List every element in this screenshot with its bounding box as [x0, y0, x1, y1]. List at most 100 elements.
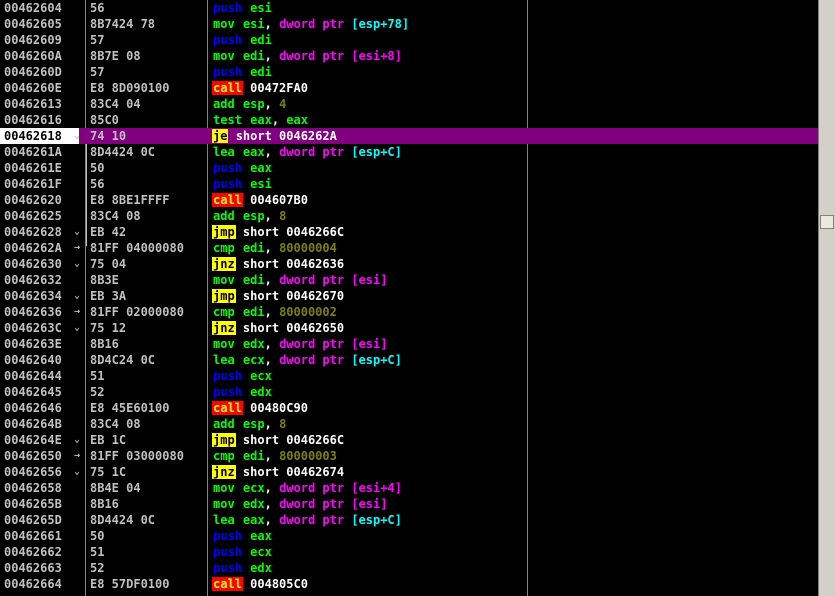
hex-bytes-cell: 8B4E 04	[90, 481, 141, 495]
hex-bytes-cell: 74 10	[90, 129, 127, 143]
operand: [esp+78]	[351, 17, 410, 31]
instruction-row[interactable]: 00462632 8B3E mov edi, dword ptr [esi]	[0, 272, 818, 288]
disassembly-cell: push edx	[212, 560, 272, 576]
disassembly-cell: jmp short 0046266C	[212, 432, 344, 448]
instruction-row[interactable]: 0046260A 8B7E 08 mov edi, dword ptr [esi+8…	[0, 48, 818, 64]
instruction-row[interactable]: 00462628 ⌄ EB 42 jmp short 0046266C	[0, 224, 818, 240]
disassembly-cell: jnz short 00462636	[212, 256, 344, 272]
hex-bytes-cell: 8D4424 0C	[90, 145, 156, 159]
mnemonic: push	[213, 545, 242, 559]
operand: [esp+C]	[351, 513, 402, 527]
instruction-row[interactable]: 00462662 51 push ecx	[0, 544, 818, 560]
operand: 8	[279, 417, 287, 431]
operand: edi	[242, 273, 265, 287]
instruction-row[interactable]: 00462625 83C4 08 add esp, 8	[0, 208, 818, 224]
hex-bytes-cell: 56	[90, 1, 105, 15]
instruction-row[interactable]: 0046262A → 81FF 04000080 cmp edi, 80000004	[0, 240, 818, 256]
instruction-row[interactable]: 00462618 ⌄ 74 10 je short 0046262A	[0, 128, 818, 144]
operand: short 00462670	[242, 289, 345, 303]
mnemonic: add	[213, 417, 235, 431]
instruction-row[interactable]: 0046260D 57 push edi	[0, 64, 818, 80]
instruction-row[interactable]: 0046261E 50 push eax	[0, 160, 818, 176]
instruction-row[interactable]: 00462645 52 push edx	[0, 384, 818, 400]
operand: ,	[264, 337, 280, 351]
instruction-row[interactable]: 00462658 8B4E 04 mov ecx, dword ptr [esi+4…	[0, 480, 818, 496]
mnemonic: lea	[213, 513, 235, 527]
hex-bytes-cell: 8D4424 0C	[90, 513, 156, 527]
address-cell: 00462613	[4, 97, 62, 111]
address-cell: 00462656	[4, 465, 62, 479]
instruction-row[interactable]: 0046265B 8B16 mov edx, dword ptr [esi]	[0, 496, 818, 512]
instruction-row[interactable]: 00462616 85C0 test eax, eax	[0, 112, 818, 128]
hex-bytes-cell: 51	[90, 545, 105, 559]
operand: edi	[242, 305, 265, 319]
hex-bytes-cell: 81FF 04000080	[90, 241, 184, 255]
instruction-row[interactable]: 0046263C ⌄ 75 12 jnz short 00462650	[0, 320, 818, 336]
disassembly-cell: call 004805C0	[212, 576, 308, 592]
scrollbar-thumb[interactable]	[820, 215, 834, 229]
jump-target-arrow-icon: →	[74, 450, 81, 461]
instruction-row[interactable]: 00462661 50 push eax	[0, 528, 818, 544]
operand: ,	[264, 417, 280, 431]
instruction-row[interactable]: 0046264B 83C4 08 add esp, 8	[0, 416, 818, 432]
address-cell: 0046263E	[4, 337, 62, 351]
hex-bytes-cell: 75 12	[90, 321, 127, 335]
instruction-row[interactable]: 00462656 ⌄ 75 1C jnz short 00462674	[0, 464, 818, 480]
disassembly-pane[interactable]: 00462604 56 push esi 00462605 8B7424 78 mov e…	[0, 0, 818, 596]
instruction-row[interactable]: 00462663 52 push edx	[0, 560, 818, 576]
instruction-row[interactable]: 00462640 8D4C24 0C lea ecx, dword ptr [esp…	[0, 352, 818, 368]
instruction-row[interactable]: 00462636 → 81FF 02000080 cmp edi, 80000002	[0, 304, 818, 320]
instruction-row[interactable]: 00462609 57 push edi	[0, 32, 818, 48]
operand: ,	[264, 449, 280, 463]
operand: short 00462636	[242, 257, 345, 271]
disassembly-cell: call 00472FA0	[212, 80, 308, 96]
instruction-row[interactable]: 00462604 56 push esi	[0, 0, 818, 16]
instruction-row[interactable]: 00462630 ⌄ 75 04 jnz short 00462636	[0, 256, 818, 272]
address-cell: 0046260E	[4, 81, 62, 95]
operand: [esi]	[351, 337, 388, 351]
operand: ,	[264, 273, 280, 287]
mnemonic: push	[213, 529, 242, 543]
instruction-row[interactable]: 00462620 E8 8BE1FFFF call 004607B0	[0, 192, 818, 208]
operand: esp	[242, 417, 265, 431]
operand: 80000003	[279, 449, 337, 463]
mnemonic: push	[213, 161, 242, 175]
mnemonic: push	[213, 369, 242, 383]
instruction-row[interactable]: 0046261F 56 push esi	[0, 176, 818, 192]
address-cell: 0046262A	[4, 241, 62, 255]
operand: edx	[242, 337, 265, 351]
instruction-row[interactable]: 0046263E 8B16 mov edx, dword ptr [esi]	[0, 336, 818, 352]
instruction-row[interactable]: 0046260E E8 8D090100 call 00472FA0	[0, 80, 818, 96]
address-cell: 00462661	[4, 529, 62, 543]
hex-bytes-cell: 52	[90, 385, 105, 399]
address-cell: 0046261E	[4, 161, 62, 175]
operand: edx	[242, 497, 265, 511]
instruction-row[interactable]: 00462634 ⌄ EB 3A jmp short 00462670	[0, 288, 818, 304]
operand: [esp+C]	[351, 145, 402, 159]
operand: [esi]	[351, 497, 388, 511]
mnemonic: add	[213, 97, 235, 111]
instruction-row[interactable]: 0046261A 8D4424 0C lea eax, dword ptr [esp…	[0, 144, 818, 160]
mnemonic: jmp	[212, 225, 236, 239]
instruction-row[interactable]: 0046265D 8D4424 0C lea eax, dword ptr [esp…	[0, 512, 818, 528]
mnemonic: add	[213, 209, 235, 223]
hex-bytes-cell: 8B3E	[90, 273, 119, 287]
instruction-row[interactable]: 00462650 → 81FF 03000080 cmp edi, 80000003	[0, 448, 818, 464]
instruction-row[interactable]: 00462613 83C4 04 add esp, 4	[0, 96, 818, 112]
vertical-scrollbar[interactable]	[818, 0, 835, 596]
instruction-row[interactable]: 00462644 51 push ecx	[0, 368, 818, 384]
instruction-row[interactable]: 00462605 8B7424 78 mov esi, dword ptr [esp…	[0, 16, 818, 32]
instruction-row[interactable]: 0046264E ⌄ EB 1C jmp short 0046266C	[0, 432, 818, 448]
operand: edi	[250, 33, 272, 47]
operand: esi	[250, 1, 272, 15]
mnemonic: push	[213, 1, 242, 15]
hex-bytes-cell: 52	[90, 561, 105, 575]
disassembly-cell: push edi	[212, 32, 272, 48]
address-cell: 0046261A	[4, 145, 62, 159]
operand: dword ptr	[279, 513, 352, 527]
disassembly-cell: push eax	[212, 528, 272, 544]
operand: ,	[264, 49, 280, 63]
instruction-row[interactable]: 00462664 E8 57DF0100 call 004805C0	[0, 576, 818, 592]
instruction-row[interactable]: 00462646 E8 45E60100 call 00480C90	[0, 400, 818, 416]
address-cell: 00462605	[4, 17, 62, 31]
